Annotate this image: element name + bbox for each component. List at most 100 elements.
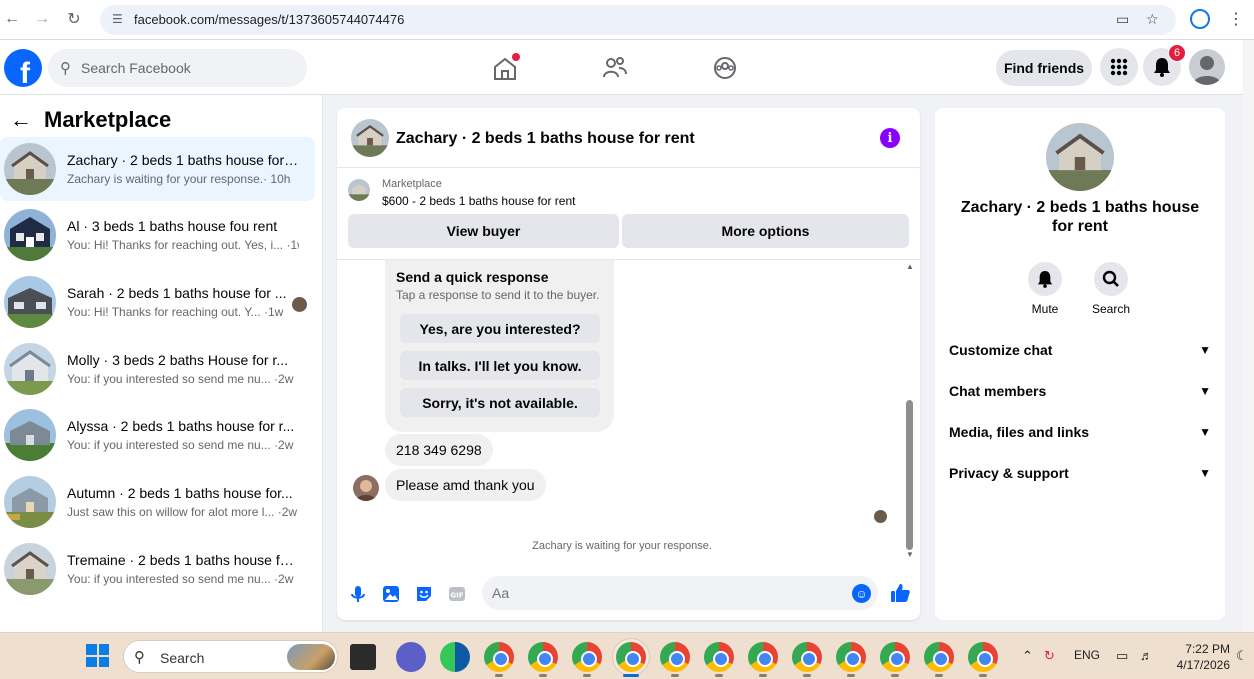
quick-reply-button[interactable]: Yes, are you interested? (400, 314, 600, 343)
tray-overflow-chevron-icon[interactable]: ⌃ (1022, 648, 1033, 664)
chrome-icon[interactable] (968, 642, 998, 672)
mute-action[interactable]: Mute (1025, 262, 1065, 316)
chrome-icon[interactable] (660, 642, 690, 672)
page-scrollbar[interactable] (1243, 40, 1254, 632)
chrome-icon[interactable] (704, 642, 734, 672)
chrome-icon[interactable] (836, 642, 866, 672)
message-input[interactable] (482, 576, 878, 610)
listing-price[interactable]: $600 - 2 beds 1 baths house for rent (382, 194, 575, 208)
running-indicator (671, 674, 679, 677)
chat-title[interactable]: Zachary · 2 beds 1 baths house for rent (396, 130, 695, 148)
privacy-support-row[interactable]: Privacy & support ▼ (949, 456, 1211, 490)
bookmark-star-icon[interactable]: ☆ (1146, 11, 1159, 28)
browser-menu-icon[interactable]: ⋮ (1228, 9, 1244, 29)
chrome-icon[interactable] (792, 642, 822, 672)
browser-profile-icon[interactable] (1190, 9, 1210, 29)
quick-reply-button[interactable]: Sorry, it's not available. (400, 388, 600, 417)
back-arrow-icon[interactable]: ← (2, 9, 22, 29)
photo-icon[interactable] (381, 584, 401, 604)
chrome-icon[interactable] (616, 642, 646, 672)
chrome-icon[interactable] (748, 642, 778, 672)
conversation-item[interactable]: Al · 3 beds 1 baths house fou rent You: … (0, 203, 315, 267)
task-view-icon[interactable] (350, 644, 376, 670)
listing-banner: Marketplace $600 - 2 beds 1 baths house … (337, 168, 920, 260)
mute-label: Mute (1031, 302, 1059, 316)
menu-grid-button[interactable] (1100, 48, 1138, 86)
chat-panel: Zachary · 2 beds 1 baths house for rent … (337, 108, 920, 620)
chat-members-row[interactable]: Chat members ▼ (949, 374, 1211, 408)
chrome-icon[interactable] (572, 642, 602, 672)
running-indicator (623, 674, 639, 677)
notification-center-icon[interactable]: ☾ (1236, 648, 1248, 664)
customize-chat-row[interactable]: Customize chat ▼ (949, 333, 1211, 367)
microphone-icon[interactable] (348, 584, 368, 604)
marketplace-conversation-list: ← Marketplace Zachary · 2 beds 1 baths h… (0, 95, 323, 632)
facebook-logo-icon[interactable]: f (4, 49, 42, 87)
friends-icon[interactable] (601, 55, 629, 81)
find-friends-button[interactable]: Find friends (996, 50, 1092, 86)
back-arrow-icon[interactable]: ← (10, 107, 32, 133)
row-label: Customize chat (949, 342, 1053, 358)
default-avatar-icon (1193, 56, 1221, 85)
site-settings-icon[interactable]: ☰ (112, 12, 123, 26)
chrome-icon[interactable] (924, 642, 954, 672)
view-buyer-button[interactable]: View buyer (348, 214, 619, 248)
edge-icon[interactable] (440, 642, 470, 672)
media-files-links-row[interactable]: Media, files and links ▼ (949, 415, 1211, 449)
notification-count-badge: 6 (1168, 44, 1186, 62)
conversation-item[interactable]: Sarah · 2 beds 1 baths house for ... You… (0, 270, 315, 334)
conversation-item[interactable]: Autumn · 2 beds 1 baths house for... Jus… (0, 470, 315, 534)
sync-icon[interactable]: ↻ (1044, 648, 1055, 664)
windows-taskbar: ⚲ Search ⌃ ↻ ENG ▭ ♬ 7:22 PM 4/17/2026 ☾ (0, 632, 1254, 679)
message-bubble[interactable]: 218 349 6298 (385, 434, 493, 466)
bell-icon (1037, 271, 1053, 288)
quick-reply-button[interactable]: In talks. I'll let you know. (400, 351, 600, 380)
conversation-name: Sarah · 2 beds 1 baths house for ... (67, 285, 287, 301)
conversation-item[interactable]: Zachary · 2 beds 1 baths house for ... Z… (0, 137, 315, 201)
listing-avatar-large[interactable] (1046, 123, 1114, 191)
chat-scroll-thumb[interactable] (906, 400, 913, 550)
scroll-down-arrow-icon[interactable]: ▼ (906, 550, 914, 559)
conversation-item[interactable]: Alyssa · 2 beds 1 baths house for r... Y… (0, 403, 315, 467)
taskbar-clock[interactable]: 7:22 PM 4/17/2026 (1168, 641, 1230, 673)
scroll-up-arrow-icon[interactable]: ▲ (906, 262, 914, 271)
chevron-down-icon: ▼ (1199, 384, 1211, 398)
sender-avatar[interactable] (353, 475, 379, 501)
listing-thumbnail (4, 476, 56, 528)
conversation-item[interactable]: Tremaine · 2 beds 1 baths house fo... Yo… (0, 537, 315, 601)
more-options-button[interactable]: More options (622, 214, 909, 248)
message-bubble[interactable]: Please amd thank you (385, 469, 546, 501)
address-bar[interactable]: ☰ facebook.com/messages/t/13736057440744… (100, 5, 1176, 35)
chrome-icon[interactable] (528, 642, 558, 672)
reload-icon[interactable]: ↻ (64, 9, 84, 29)
volume-icon[interactable]: ♬ (1140, 648, 1153, 663)
gif-icon[interactable]: GIF (447, 584, 467, 604)
search-action[interactable]: Search (1091, 262, 1131, 316)
language-indicator[interactable]: ENG (1074, 648, 1100, 662)
row-label: Privacy & support (949, 465, 1069, 481)
emoji-icon[interactable]: ☺ (852, 584, 871, 603)
chat-avatar[interactable] (351, 119, 389, 157)
windows-start-icon[interactable] (86, 644, 109, 667)
facebook-search[interactable]: ⚲ Search Facebook (48, 49, 307, 87)
running-indicator (803, 674, 811, 677)
clock-time: 7:22 PM (1185, 642, 1230, 656)
taskbar-search[interactable]: ⚲ Search (123, 640, 338, 673)
sticker-icon[interactable] (414, 584, 434, 604)
teams-chat-icon[interactable] (396, 642, 426, 672)
display-icon[interactable]: ▭ (1116, 648, 1128, 664)
install-app-icon[interactable]: ▭ (1116, 11, 1129, 28)
forward-arrow-icon[interactable]: → (32, 9, 52, 29)
thumbs-up-icon[interactable] (889, 582, 911, 604)
chrome-icon[interactable] (880, 642, 910, 672)
groups-icon[interactable] (711, 55, 739, 81)
search-label: Search (1091, 302, 1131, 316)
account-avatar[interactable] (1189, 49, 1225, 85)
chevron-down-icon: ▼ (1199, 466, 1211, 480)
conversation-item[interactable]: Molly · 3 beds 2 baths House for r... Yo… (0, 337, 315, 401)
conversation-preview: You: if you interested so send me nu... … (67, 372, 294, 386)
chrome-icon[interactable] (484, 642, 514, 672)
conversation-preview: You: if you interested so send me nu... … (67, 572, 294, 586)
info-icon[interactable]: i (880, 128, 900, 148)
chat-header: Zachary · 2 beds 1 baths house for rent … (337, 108, 920, 168)
